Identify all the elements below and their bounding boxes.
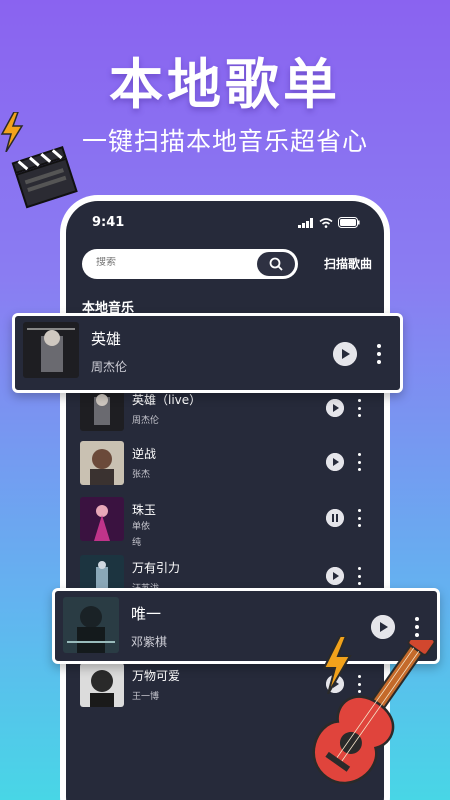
song-artist: 张杰 [132,470,151,480]
search-button[interactable] [257,252,295,276]
song-title: 逆战 [132,447,157,461]
song-title: 珠玉 [132,503,157,517]
search-icon [269,257,283,271]
song-artist: 周杰伦 [132,416,160,426]
more-icon[interactable] [358,399,362,417]
guitar-icon [312,640,436,785]
album-cover [80,663,124,707]
play-icon[interactable] [333,342,357,366]
list-item[interactable]: 英雄（live） 周杰伦 [80,387,374,433]
play-icon[interactable] [326,399,344,417]
play-icon[interactable] [326,567,344,585]
search-box[interactable] [82,249,298,279]
search-input[interactable] [96,257,246,268]
signal-icon [298,217,313,228]
album-cover [80,497,124,541]
scan-songs-button[interactable]: 扫描歌曲 [324,255,372,272]
album-cover [80,387,124,431]
search-row: 扫描歌曲 [82,249,372,279]
album-cover [23,322,79,378]
hero-title: 本地歌单 [109,53,341,116]
featured-song-title: 英雄 [91,330,122,348]
battery-icon [338,217,360,228]
song-artist: 单依纯 [132,522,151,548]
more-icon[interactable] [358,453,362,471]
list-item[interactable]: 珠玉 单依纯 [80,497,374,548]
album-cover [63,597,119,653]
status-time: 9:41 [92,215,125,230]
more-icon[interactable] [377,344,381,364]
clapperboard-icon [11,146,78,209]
song-artist: 王一博 [132,692,160,702]
more-icon[interactable] [415,617,419,637]
song-title: 英雄（live） [132,393,202,407]
more-icon[interactable] [358,509,362,527]
featured-song-artist: 邓紫棋 [131,635,168,649]
play-icon[interactable] [326,453,344,471]
status-bar: 9:41 [92,215,360,233]
pause-icon[interactable] [326,509,344,527]
featured-song-artist: 周杰伦 [91,360,128,374]
more-icon[interactable] [358,567,362,585]
featured-song-title: 唯一 [131,605,162,623]
play-icon[interactable] [371,615,395,639]
featured-song-card[interactable]: 英雄 周杰伦 [12,313,403,393]
album-cover [80,441,124,485]
wifi-icon [319,217,333,228]
song-title: 万物可爱 [132,669,181,683]
list-item[interactable]: 逆战 张杰 [80,441,374,487]
song-title: 万有引力 [132,561,181,575]
